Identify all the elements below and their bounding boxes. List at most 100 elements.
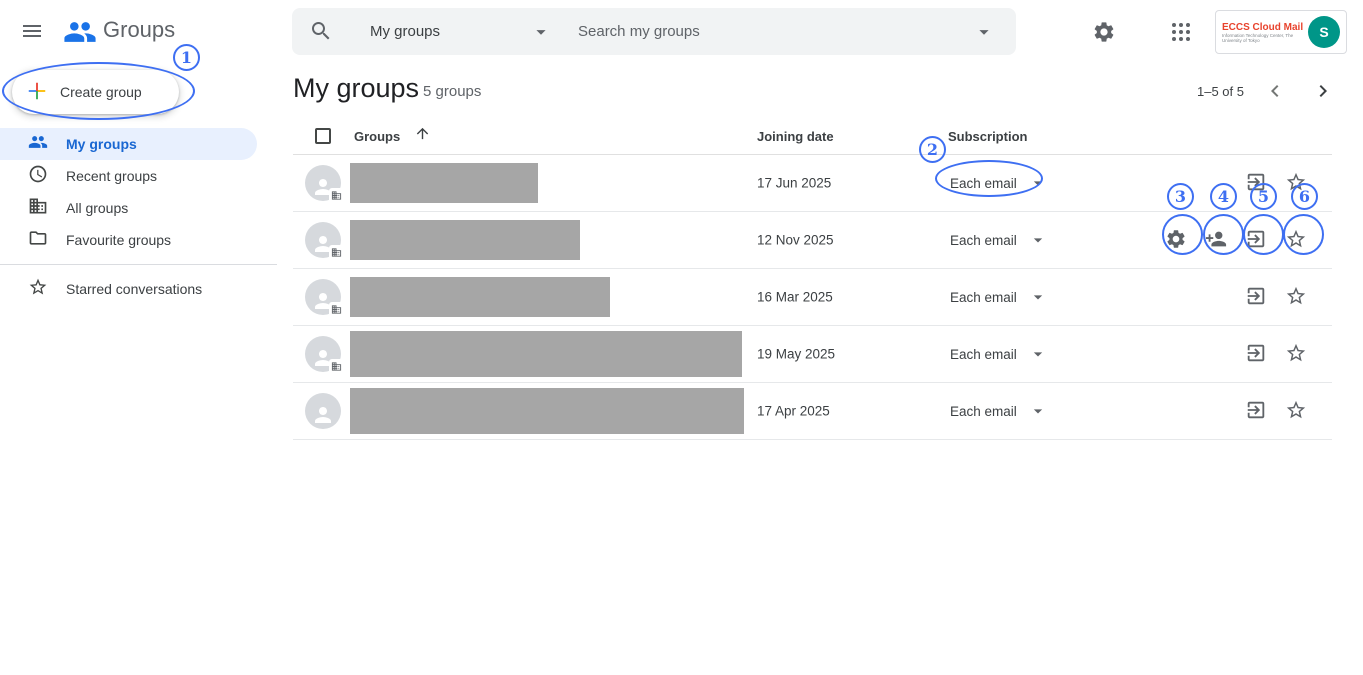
subscription-dropdown[interactable]: Each email [950,344,1048,364]
subscription-value: Each email [950,233,1017,248]
column-header-subscription: Subscription [948,129,1027,144]
chevron-down-icon [1028,287,1048,307]
joining-date: 17 Jun 2025 [757,176,831,191]
search-scope-dropdown[interactable]: My groups [370,8,440,55]
subscription-dropdown[interactable]: Each email [950,401,1048,421]
table-row[interactable]: 12 Nov 2025 Each email [293,212,1332,269]
account-avatar[interactable]: S [1308,16,1340,48]
sidebar-item-all-groups[interactable]: All groups [0,192,257,224]
subscription-value: Each email [950,347,1017,362]
create-group-label: Create group [60,84,142,100]
sidebar-divider [0,264,277,265]
group-avatar [305,165,341,201]
table-header: Groups Joining date Subscription [293,118,1332,155]
redacted-group-name [350,388,744,434]
groups-logo-icon[interactable] [63,15,97,54]
row-leave-group-icon[interactable] [1244,399,1268,423]
column-header-groups[interactable]: Groups [354,129,400,144]
org-logo-badge: ECCS Cloud Mail Information Technology C… [1215,10,1347,54]
select-all-checkbox[interactable] [315,128,331,144]
org-logo-text: ECCS Cloud Mail Information Technology C… [1216,22,1308,43]
joining-date: 12 Nov 2025 [757,233,834,248]
app-title: Groups [103,17,175,43]
group-avatar [305,393,341,429]
plus-icon [26,80,48,105]
sidebar-item-my-groups[interactable]: My groups [0,128,257,160]
chevron-right-icon[interactable] [1311,79,1335,106]
redacted-group-name [350,277,610,317]
group-avatar [305,279,341,315]
chevron-down-icon[interactable] [530,21,552,48]
row-settings-gear-icon[interactable] [1164,228,1188,252]
app-grid-icon[interactable] [1169,20,1193,47]
sidebar-item-favourite-groups[interactable]: Favourite groups [0,224,257,256]
row-star-icon[interactable] [1284,342,1308,366]
building-badge-icon [329,302,344,317]
row-leave-group-icon[interactable] [1244,342,1268,366]
sidebar-nav: My groups Recent groups All groups Favou… [0,128,257,256]
google-groups-page: Groups My groups [0,0,1363,675]
redacted-group-name [350,163,538,203]
joining-date: 17 Apr 2025 [757,404,830,419]
table-row[interactable]: 16 Mar 2025 Each email [293,269,1332,326]
search-input[interactable] [578,8,948,55]
row-leave-group-icon[interactable] [1244,285,1268,309]
row-leave-group-icon[interactable] [1244,171,1268,195]
redacted-group-name [350,331,742,377]
table-row[interactable]: 17 Apr 2025 Each email [293,383,1332,440]
table-row[interactable]: 19 May 2025 Each email [293,326,1332,383]
sidebar-item-label: Starred conversations [66,281,202,297]
group-avatar [305,222,341,258]
groups-table: Groups Joining date Subscription 17 Jun … [293,118,1332,440]
chevron-down-icon [1028,401,1048,421]
subscription-dropdown[interactable]: Each email [950,287,1048,307]
chevron-down-icon [1028,173,1048,193]
groups-table-body: 17 Jun 2025 Each email [293,155,1332,440]
sort-ascending-icon[interactable] [414,125,431,147]
search-icon[interactable] [309,19,333,48]
star-icon [28,277,48,302]
sidebar-item-label: All groups [66,200,128,216]
subscription-value: Each email [950,404,1017,419]
people-icon [28,132,48,157]
search-bar: My groups [292,8,1016,55]
create-group-button[interactable]: Create group [12,70,179,114]
search-options-chevron-down-icon[interactable] [973,21,995,46]
row-star-icon[interactable] [1284,399,1308,423]
sidebar-item-label: Favourite groups [66,232,171,248]
joining-date: 19 May 2025 [757,347,835,362]
redacted-group-name [350,220,580,260]
row-star-icon[interactable] [1284,228,1308,252]
chevron-down-icon [1028,230,1048,250]
folder-icon [28,228,48,253]
sidebar-item-recent-groups[interactable]: Recent groups [0,160,257,192]
subscription-value: Each email [950,176,1017,191]
chevron-down-icon [1028,344,1048,364]
joining-date: 16 Mar 2025 [757,290,833,305]
building-badge-icon [329,245,344,260]
table-row[interactable]: 17 Jun 2025 Each email [293,155,1332,212]
subscription-dropdown[interactable]: Each email [950,173,1048,193]
row-star-icon[interactable] [1284,171,1308,195]
row-star-icon[interactable] [1284,285,1308,309]
row-add-member-icon[interactable] [1204,228,1228,252]
group-count: 5 groups [423,83,481,100]
pagination-range: 1–5 of 5 [1197,84,1244,99]
top-app-bar: Groups My groups [0,0,1363,64]
subscription-value: Each email [950,290,1017,305]
org-logo-subtitle: Information Technology Center, The Unive… [1222,33,1308,43]
building-icon [28,196,48,221]
group-avatar [305,336,341,372]
building-badge-icon [329,359,344,374]
sidebar-item-label: Recent groups [66,168,157,184]
column-header-joining-date: Joining date [757,129,834,144]
page-title: My groups [293,73,419,104]
chevron-left-icon[interactable] [1263,79,1287,106]
row-leave-group-icon[interactable] [1244,228,1268,252]
subscription-dropdown[interactable]: Each email [950,230,1048,250]
hamburger-menu-icon[interactable] [20,19,44,43]
sidebar-item-label: My groups [66,136,137,152]
sidebar-item-starred-conversations[interactable]: Starred conversations [0,273,257,305]
building-badge-icon [329,188,344,203]
settings-gear-icon[interactable] [1092,20,1116,47]
